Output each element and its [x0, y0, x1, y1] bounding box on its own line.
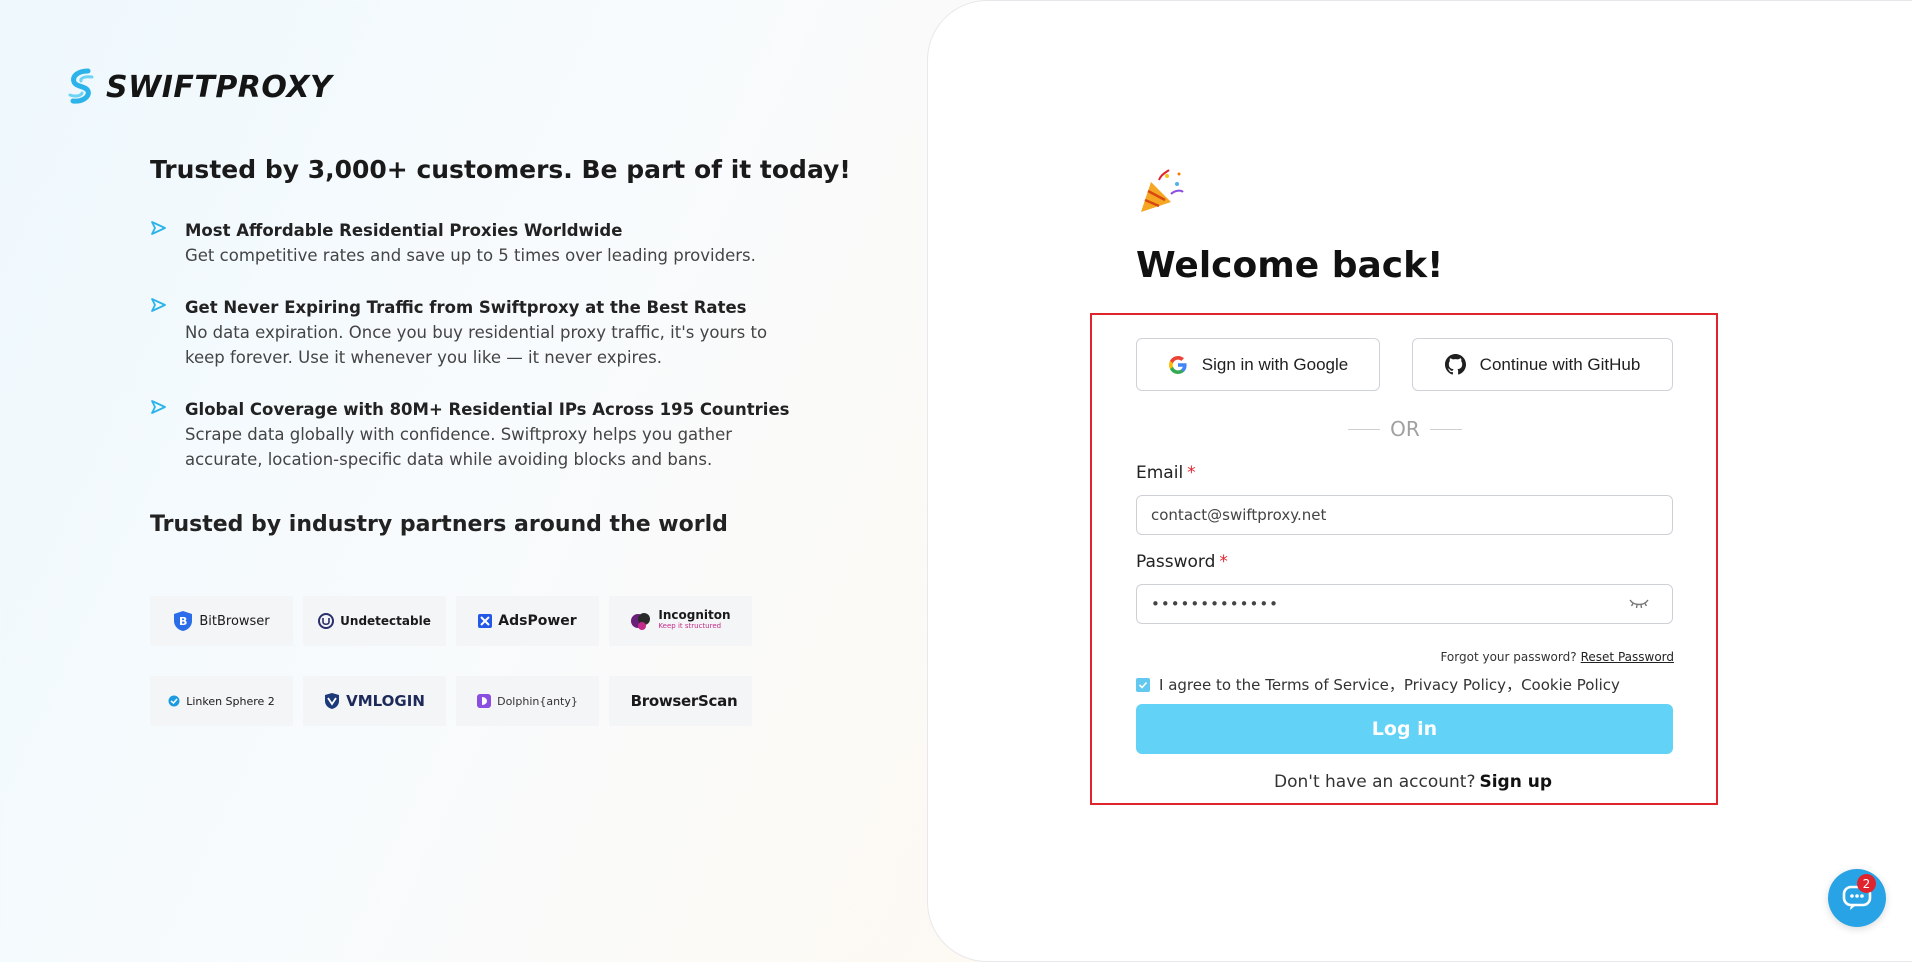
- swiftproxy-logo-icon: [68, 68, 94, 104]
- partner-incogniton: Incogniton Keep it structured: [609, 596, 752, 646]
- incogniton-logo-icon: [631, 613, 651, 630]
- github-button-label: Continue with GitHub: [1479, 354, 1641, 374]
- email-field[interactable]: [1136, 495, 1673, 535]
- partner-name: Undetectable: [340, 614, 431, 628]
- intro-headline: Trusted by 3,000+ customers. Be part of …: [150, 155, 851, 184]
- forgot-password-row: Forgot your password? Reset Password: [1440, 650, 1674, 664]
- feature-list: Most Affordable Residential Proxies Worl…: [150, 218, 790, 499]
- feature-description: Get competitive rates and save up to 5 t…: [185, 246, 756, 265]
- intro-panel: SWIFTPROXY Trusted by 3,000+ customers. …: [0, 0, 930, 962]
- feature-item: Global Coverage with 80M+ Residential IP…: [150, 397, 790, 473]
- github-signin-button[interactable]: Continue with GitHub: [1412, 338, 1673, 391]
- or-text: OR: [1390, 417, 1420, 441]
- partner-browserscan: BrowserScan: [609, 676, 752, 726]
- feature-title: Get Never Expiring Traffic from Swiftpro…: [185, 297, 747, 317]
- password-label-text: Password: [1136, 552, 1216, 572]
- feature-description: No data expiration. Once you buy residen…: [185, 322, 768, 368]
- partners-title: Trusted by industry partners around the …: [150, 512, 728, 537]
- send-arrow-icon: [151, 221, 166, 235]
- partner-vmlogin: VMLOGIN: [303, 676, 446, 726]
- github-icon: [1444, 354, 1466, 375]
- email-label-text: Email: [1136, 463, 1184, 483]
- partner-name: Linken Sphere 2: [186, 694, 275, 708]
- partner-name: Incogniton: [658, 608, 731, 622]
- feature-item: Most Affordable Residential Proxies Worl…: [150, 218, 790, 269]
- privacy-link[interactable]: Privacy Policy: [1404, 676, 1506, 694]
- password-field[interactable]: [1136, 584, 1673, 624]
- required-mark: *: [1187, 463, 1196, 483]
- google-signin-button[interactable]: Sign in with Google: [1136, 338, 1380, 391]
- partner-logos: B BitBrowser Undetectable AdsPower Incog…: [150, 596, 752, 726]
- vmlogin-logo-icon: [325, 693, 340, 709]
- signup-link[interactable]: Sign up: [1479, 772, 1552, 792]
- partner-name: VMLOGIN: [346, 692, 425, 710]
- brand-name: SWIFTPROXY: [106, 69, 333, 105]
- partner-undetectable: Undetectable: [303, 596, 446, 646]
- partner-tagline: Keep it structured: [658, 622, 722, 630]
- party-popper-icon: [1141, 169, 1184, 212]
- feature-title: Most Affordable Residential Proxies Worl…: [185, 221, 623, 240]
- required-mark: *: [1219, 552, 1228, 572]
- send-arrow-icon: [151, 297, 166, 312]
- terms-agreement: I agree to the Terms of Service，Privacy …: [1136, 674, 1620, 695]
- adspower-logo-icon: [478, 614, 493, 628]
- terms-link[interactable]: Terms of Service: [1265, 676, 1389, 694]
- chat-unread-badge: 2: [1857, 874, 1876, 893]
- feature-title: Global Coverage with 80M+ Residential IP…: [185, 399, 790, 419]
- google-icon: [1168, 355, 1187, 374]
- svg-text:B: B: [179, 615, 187, 628]
- chat-widget-button[interactable]: [1828, 869, 1886, 927]
- brand-logo[interactable]: SWIFTPROXY: [68, 68, 332, 106]
- check-icon: [1138, 681, 1148, 689]
- agree-checkbox[interactable]: [1136, 677, 1150, 692]
- divider-line: [1429, 428, 1462, 430]
- linken-sphere-logo-icon: [168, 695, 180, 707]
- feature-description: Scrape data globally with confidence. Sw…: [185, 424, 733, 470]
- partner-name: AdsPower: [498, 613, 577, 629]
- partner-adspower: AdsPower: [456, 596, 599, 646]
- eye-closed-icon[interactable]: [1628, 596, 1650, 610]
- agree-prefix: I agree to the: [1159, 676, 1261, 694]
- partner-linken-sphere: Linken Sphere 2: [150, 676, 293, 726]
- partner-name: BitBrowser: [199, 613, 270, 629]
- partner-name: Dolphin{anty}: [497, 694, 578, 708]
- browserscan-logo-icon: [624, 694, 625, 708]
- cookie-link[interactable]: Cookie Policy: [1521, 676, 1620, 694]
- partner-name: BrowserScan: [630, 692, 738, 710]
- send-arrow-icon: [151, 399, 166, 414]
- login-button[interactable]: Log in: [1136, 704, 1673, 754]
- partner-dolphin: Dolphin{anty}: [456, 676, 599, 726]
- welcome-title: Welcome back!: [1136, 245, 1444, 286]
- partner-bitbrowser: B BitBrowser: [150, 596, 293, 646]
- email-label: Email *: [1136, 463, 1196, 483]
- bitbrowser-logo-icon: B: [174, 611, 193, 631]
- feature-item: Get Never Expiring Traffic from Swiftpro…: [150, 295, 790, 371]
- divider-line: [1348, 428, 1380, 430]
- google-button-label: Sign in with Google: [1201, 354, 1349, 374]
- reset-password-link[interactable]: Reset Password: [1581, 650, 1674, 664]
- or-divider: OR: [1348, 417, 1462, 441]
- undetectable-logo-icon: [318, 613, 335, 629]
- forgot-text: Forgot your password?: [1440, 650, 1577, 664]
- no-account-text: Don't have an account?: [1274, 772, 1476, 792]
- signup-row: Don't have an account? Sign up: [1274, 772, 1552, 792]
- dolphin-logo-icon: [477, 694, 492, 708]
- password-label: Password *: [1136, 552, 1228, 572]
